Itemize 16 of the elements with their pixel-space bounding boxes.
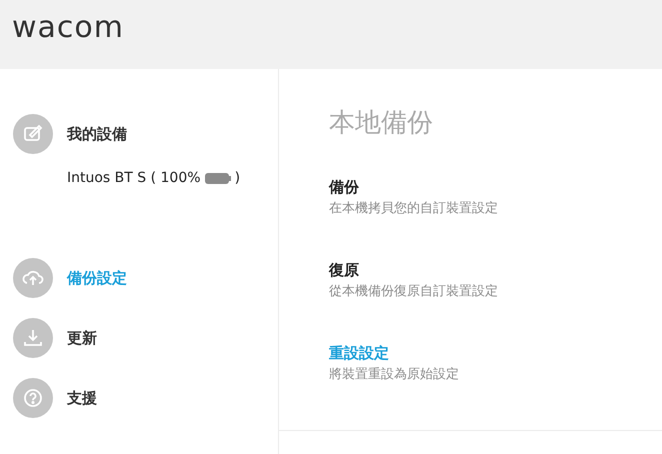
action-title[interactable]: 復原 [329, 261, 662, 280]
help-icon [13, 378, 53, 418]
action-description: 在本機拷貝您的自訂裝置設定 [329, 200, 499, 217]
action-description: 從本機備份復原自訂裝置設定 [329, 283, 499, 300]
logo: wacom [12, 10, 124, 45]
page-title: 本地備份 [329, 107, 434, 140]
download-icon [13, 318, 53, 358]
battery-icon [204, 172, 231, 184]
nav-item[interactable]: 更新 [0, 318, 278, 358]
action-description: 將裝置重設為原始設定 [329, 366, 460, 383]
nav-item[interactable]: 支援 [0, 378, 278, 418]
cloud-icon [13, 258, 53, 298]
closing-paren: ) [234, 170, 240, 186]
action-title[interactable]: 備份 [329, 178, 662, 197]
device-name: Intuos BT S ( 100% [67, 170, 201, 186]
nav-item[interactable]: 我的設備 [0, 114, 278, 154]
